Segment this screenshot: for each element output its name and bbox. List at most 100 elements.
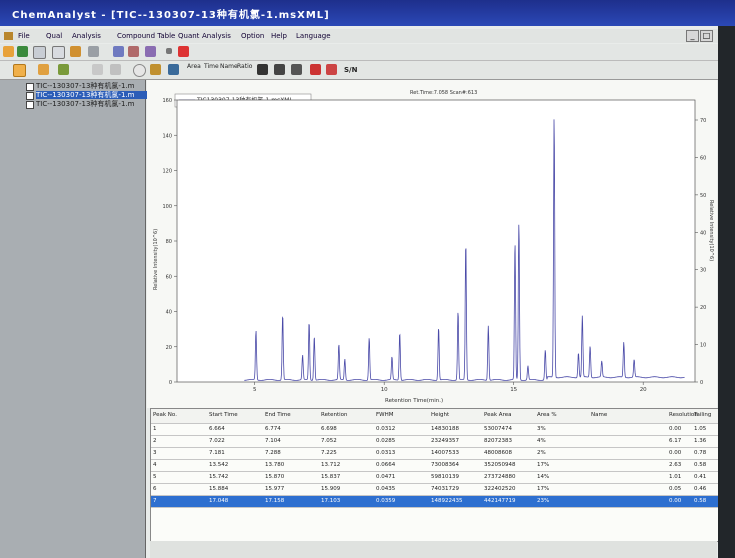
plot-frame [176,99,696,383]
tree-checkbox-3[interactable] [26,101,34,109]
table-cell: 13.780 [265,462,285,468]
menu-quant-analysis[interactable]: Analysis [202,32,231,40]
table-cell: 2.63 [669,462,682,468]
status-bar [150,541,717,558]
scale-icon[interactable] [110,64,121,75]
menu-quant[interactable]: Quant [178,32,199,40]
table-cell: 15.837 [321,474,341,480]
table-row[interactable]: 3 7.181 7.288 7.225 0.0313 14007533 48008608 2%… [151,448,718,460]
copy-icon[interactable] [291,64,302,75]
table-cell: 0.46 [694,486,707,492]
table-cell: 53007474 [484,426,512,432]
table-cell: 23% [537,498,550,504]
menu-language[interactable]: Language [296,32,331,40]
table-row[interactable]: 6 15.884 15.977 15.909 0.0435 74031729 3224025… [151,484,718,496]
table-cell: 1.01 [669,474,682,480]
minimize-button[interactable]: _ [686,30,699,42]
column-header[interactable]: Area % [537,410,557,421]
window-icon[interactable] [52,46,65,59]
column-header[interactable]: End Time [265,410,291,421]
table-row[interactable]: 7 17.048 17.158 17.103 0.0359 148922435 442147… [151,496,718,508]
column-header[interactable]: Retention [321,410,348,421]
tree-item-1[interactable]: TIC--130307-13种有机氯-1.m [36,82,154,90]
spectrum-icon[interactable] [128,46,139,57]
area-label[interactable]: Area [187,63,201,70]
menu-file[interactable]: File [18,32,30,40]
table-row[interactable]: 1 6.664 6.774 6.698 0.0312 14830188 53007474 3%… [151,424,718,436]
time-label[interactable]: Time [204,63,219,70]
xy-icon[interactable] [92,64,103,75]
table-cell: 1.36 [694,438,707,444]
table-cell: 73008364 [431,462,459,468]
layout-icon[interactable] [38,64,49,75]
zoom-box-icon[interactable] [13,64,26,77]
sn-button[interactable]: S/N [344,66,357,74]
table-cell: 17% [537,462,550,468]
marker-icon[interactable] [150,64,161,75]
name-label[interactable]: Name [220,63,238,70]
menu-help[interactable]: Help [271,32,287,40]
table-cell: 0.78 [694,450,707,456]
table-cell: 1.05 [694,426,707,432]
table-cell: 6.698 [321,426,337,432]
column-header[interactable]: Peak No. [153,410,177,421]
table-cell: 0.0285 [376,438,396,444]
column-header[interactable]: Start Time [209,410,238,421]
table-row[interactable]: 5 15.742 15.870 15.837 0.0471 59810139 2737248… [151,472,718,484]
table-cell: 7.104 [265,438,281,444]
app-window: ChemAnalyst - [TIC--130307-13种有机氯-1.msXM… [0,0,735,558]
dropdown-icon[interactable] [166,48,172,54]
tree-checkbox-1[interactable] [26,83,34,91]
graph-icon[interactable] [145,46,156,57]
table-cell: 17% [537,486,550,492]
table-cell: 442147719 [484,498,516,504]
save-icon[interactable] [17,46,28,57]
tree-checkbox-2[interactable] [26,92,34,100]
table-icon[interactable] [33,46,46,59]
table-cell: 14% [537,474,550,480]
restore-button[interactable]: □ [700,30,713,42]
compare-icon[interactable] [113,46,124,57]
open-folder-icon[interactable] [3,46,14,57]
export-icon[interactable] [257,64,268,75]
menu-compound-table[interactable]: Compound Table [117,32,175,40]
table-cell: 15.909 [321,486,341,492]
peak-icon[interactable] [178,46,189,57]
y-axis-label: Relative Intensity(10^6) [153,229,159,290]
axes [176,99,696,383]
column-header[interactable]: Peak Area [484,410,511,421]
app-menu-icon[interactable] [4,32,13,40]
report-icon[interactable] [326,64,337,75]
tree-item-2[interactable]: TIC--130307-13种有机氯-1.m [36,91,154,99]
ratio-label[interactable]: Ratio [237,63,252,70]
chromatogram-chart[interactable]: Ret.Time:7.058 Scan#:613 TIC130307-13种有机… [147,80,717,408]
table-row[interactable]: 2 7.022 7.104 7.052 0.0285 23249357 82072383 4%… [151,436,718,448]
table-row[interactable]: 4 13.542 13.780 13.712 0.0664 73008364 3520509… [151,460,718,472]
library-icon[interactable] [310,64,321,75]
print-icon[interactable] [274,64,285,75]
table-cell: 273724880 [484,474,516,480]
table-cell: 0.41 [694,474,707,480]
tree-item-3[interactable]: TIC--130307-13种有机氯-1.m [36,100,154,108]
plot-header: Ret.Time:7.058 Scan#:613 [410,90,477,96]
y-tick-right-label: 20 [700,305,706,311]
menu-qual[interactable]: Qual [46,32,62,40]
y-tick-left-label: 40 [166,310,172,316]
y-tick-left-label: 140 [162,133,172,139]
table-cell: 0.0359 [376,498,396,504]
baseline-icon[interactable] [168,64,179,75]
y-tick-left-label: 0 [169,380,172,386]
column-header[interactable]: Tailing [694,410,711,421]
menu-analysis[interactable]: Analysis [72,32,101,40]
column-header[interactable]: Height [431,410,449,421]
column-header[interactable]: Name [591,410,607,421]
grid-icon[interactable] [58,64,69,75]
table-cell: 6.774 [265,426,281,432]
menu-option[interactable]: Option [241,32,264,40]
column-header[interactable]: FWHM [376,410,393,421]
integrate-icon[interactable] [88,46,99,57]
zoom-in-icon[interactable] [133,64,146,77]
monitor-bezel [718,26,735,558]
folder-icon[interactable] [70,46,81,57]
y-tick-right-label: 70 [700,118,706,124]
